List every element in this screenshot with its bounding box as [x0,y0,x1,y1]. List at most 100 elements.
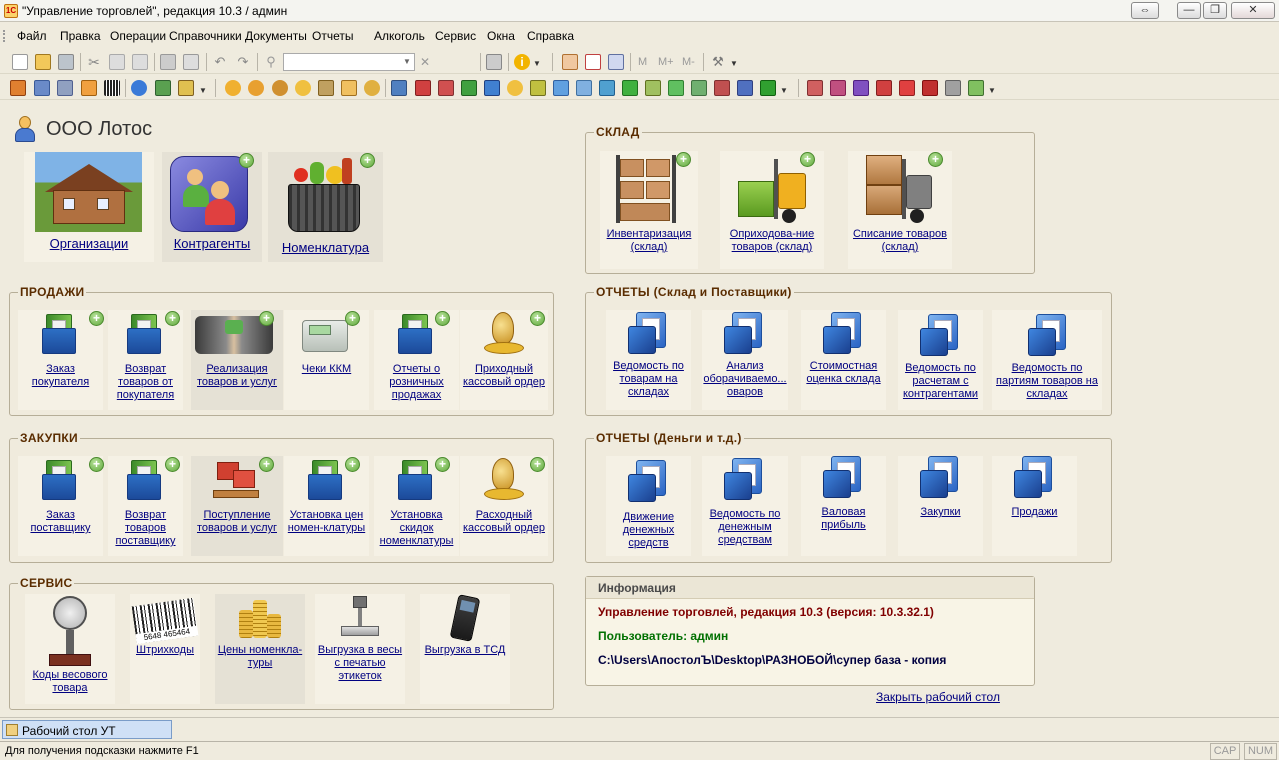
doc-approve-icon[interactable] [668,80,684,96]
report-turnover-tile[interactable]: Анализ оборачиваемо... оваров [702,310,788,410]
doc-return-icon[interactable] [438,80,454,96]
service-item-link[interactable]: Выгрузка в весы с печатью этикеток [315,644,405,683]
memory-icon[interactable]: M [638,56,647,68]
purchases-receipt-tile[interactable]: + Поступление товаров и услуг [191,456,283,556]
settings-icon[interactable] [178,80,194,96]
close-desktop-link[interactable]: Закрыть рабочий стол [876,690,1000,704]
add-icon[interactable]: + [89,457,104,472]
calculator-icon[interactable] [562,54,578,70]
service-item-link[interactable]: Выгрузка в ТСД [420,644,510,657]
report-sum2-icon[interactable] [899,80,915,96]
info-chevron-icon[interactable]: ▼ [533,59,541,68]
report-settlements-tile[interactable]: Ведомость по расчетам с контрагентами [898,310,983,410]
info-icon[interactable]: i [514,54,530,70]
doc-cancel-icon[interactable] [714,80,730,96]
purchases-discounts-tile[interactable]: + Установка скидок номенклатуры [374,456,459,556]
purchases-item-link[interactable]: Установка цен номен-клатуры [284,509,369,535]
menu-operations[interactable]: Операции [110,29,166,43]
tools-chevron-icon[interactable]: ▼ [730,59,738,68]
coins-out-icon[interactable] [272,80,288,96]
doc-print-icon[interactable] [737,80,753,96]
sales-realization-tile[interactable]: + Реализация товаров и услуг [191,310,283,410]
report-link[interactable]: Валовая прибыль [801,506,886,532]
sales-receipts-tile[interactable]: + Чеки ККМ [284,310,369,410]
organizations-tile[interactable]: Организации [24,152,154,262]
service-item-link[interactable]: Штрихкоды [130,644,200,657]
add-icon[interactable]: + [345,311,360,326]
doc-check-icon[interactable] [645,80,661,96]
undo-icon[interactable]: ↶ [212,54,228,70]
report-link[interactable]: Ведомость по расчетам с контрагентами [898,362,983,401]
sales-return-tile[interactable]: + Возврат товаров от покупателя [108,310,183,410]
report-gross-profit-tile[interactable]: Валовая прибыль [801,456,886,556]
add-icon[interactable]: + [259,311,274,326]
purchases-return-tile[interactable]: + Возврат товаров поставщику [108,456,183,556]
sales-customer-order-tile[interactable]: + Заказ покупателя [18,310,104,410]
report-link[interactable]: Движение денежных средств [606,511,691,550]
add-icon[interactable]: + [435,311,450,326]
menu-edit[interactable]: Правка [60,29,101,43]
ledger-icon[interactable] [34,80,50,96]
add-icon[interactable]: + [345,457,360,472]
minimize-button[interactable]: — [1177,2,1201,19]
report-valuation-tile[interactable]: Стоимостная оценка склада [801,310,886,410]
warehouse-icon[interactable] [155,80,171,96]
service-item-link[interactable]: Коды весового товара [25,669,115,695]
export-tsd-tile[interactable]: Выгрузка в ТСД [420,594,510,704]
maximize-button[interactable]: ❐ [1203,2,1227,19]
add-item-icon[interactable]: + [360,153,375,168]
report-1-icon[interactable] [807,80,823,96]
save-icon[interactable] [58,54,74,70]
menu-alcohol[interactable]: Алкоголь [374,29,425,43]
doc-coins-icon[interactable] [507,80,523,96]
doc-move-icon[interactable] [553,80,569,96]
payment-icon[interactable] [341,80,357,96]
clear-icon[interactable]: ✕ [417,54,433,70]
find-next-icon[interactable] [458,54,474,70]
report-2-icon[interactable] [830,80,846,96]
chevron-down-icon[interactable]: ▼ [988,86,996,95]
doc-blue-icon[interactable] [484,80,500,96]
add-icon[interactable]: + [259,457,274,472]
bank-icon[interactable] [318,80,334,96]
sales-item-link[interactable]: Возврат товаров от покупателя [108,363,183,402]
purchases-item-link[interactable]: Заказ поставщику [18,509,103,535]
writeoff-tile[interactable]: + Списание товаров (склад) [848,151,952,269]
add-icon[interactable]: + [800,152,815,167]
cash-icon[interactable] [364,80,380,96]
add-icon[interactable]: + [89,311,104,326]
preview-icon[interactable] [183,54,199,70]
contractors-link[interactable]: Контрагенты [162,236,262,251]
desktop-window-tab[interactable]: Рабочий стол УТ [2,720,172,739]
redo-icon[interactable]: ↷ [235,54,251,70]
add-icon[interactable]: + [676,152,691,167]
purchases-item-link[interactable]: Расходный кассовый ордер [460,509,548,535]
coins-in-icon[interactable] [248,80,264,96]
sales-item-link[interactable]: Приходный кассовый ордер [460,363,548,389]
doc-green-icon[interactable] [461,80,477,96]
export-scales-tile[interactable]: Выгрузка в весы с печатью этикеток [315,594,405,704]
menu-windows[interactable]: Окна [487,29,515,43]
money-icon[interactable] [295,80,311,96]
doc-excel-icon[interactable] [760,80,776,96]
report-check-icon[interactable] [968,80,984,96]
add-icon[interactable]: + [530,457,545,472]
report-batches-tile[interactable]: Ведомость по партиям товаров на складах [992,310,1102,410]
new-icon[interactable] [12,54,28,70]
purchases-item-link[interactable]: Поступление товаров и услуг [191,509,283,535]
search-icon[interactable]: ⚲ [263,54,279,70]
contractors-icon[interactable] [131,80,147,96]
report-goods-tile[interactable]: Ведомость по товарам на складах [606,310,691,410]
report-link[interactable]: Стоимостная оценка склада [801,360,886,386]
doc-red-icon[interactable] [415,80,431,96]
report-link[interactable]: Продажи [992,506,1077,519]
add-icon[interactable]: + [435,457,450,472]
print-icon[interactable] [160,54,176,70]
add-contractor-icon[interactable]: + [239,153,254,168]
menu-service[interactable]: Сервис [435,29,476,43]
doc-add-icon[interactable] [622,80,638,96]
find-prev-icon[interactable] [436,54,452,70]
purchases-prices-tile[interactable]: + Установка цен номен-клатуры [284,456,369,556]
paste-icon[interactable] [132,54,148,70]
tools-icon[interactable]: ⚒ [710,54,726,70]
